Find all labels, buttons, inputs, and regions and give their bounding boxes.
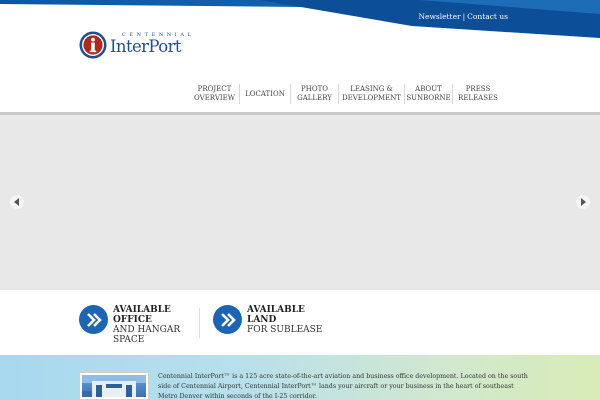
nav-item-project-overview[interactable]: PROJECT OVERVIEW [190, 84, 240, 104]
land-line3: FOR SUBLEASE [247, 325, 323, 335]
double-chevron-right-icon [79, 305, 108, 334]
interport-logo-mark-icon [79, 31, 107, 59]
building-photo [82, 375, 146, 397]
nav-item-leasing-development[interactable]: LEASING & DEVELOPMENT [339, 84, 405, 104]
available-office-label: AVAILABLE OFFICE AND HANGAR SPACE [113, 305, 180, 345]
site-logo[interactable]: CENTENNIAL InterPort [79, 30, 198, 60]
nav-item-about-sunborne[interactable]: ABOUT SUNBORNE [405, 84, 453, 104]
feature-divider [199, 308, 200, 338]
available-land-button[interactable]: AVAILABLE LAND FOR SUBLEASE [213, 305, 322, 335]
available-office-button[interactable]: AVAILABLE OFFICE AND HANGAR SPACE [79, 305, 180, 345]
logo-big-text: InterPort [110, 37, 182, 56]
available-land-label: AVAILABLE LAND FOR SUBLEASE [247, 305, 322, 335]
slider-next-button[interactable] [576, 195, 590, 209]
hero-slider [0, 115, 600, 290]
land-line2: LAND [247, 315, 277, 325]
double-chevron-right-icon [213, 305, 242, 334]
chevron-right-icon [581, 198, 586, 206]
nav-item-photo-gallery[interactable]: PHOTO GALLERY [291, 84, 339, 104]
newsletter-link[interactable]: Newsletter [418, 12, 460, 21]
utility-separator: | [462, 12, 466, 21]
main-nav: PROJECT OVERVIEW LOCATION PHOTO GALLERY … [190, 84, 503, 104]
contact-link[interactable]: Contact us [467, 12, 508, 21]
intro-thumbnail[interactable] [79, 372, 149, 400]
land-line1: AVAILABLE [247, 305, 305, 315]
office-line3: AND HANGAR [113, 325, 181, 335]
office-line2: OFFICE [113, 315, 152, 325]
slider-prev-button[interactable] [10, 195, 24, 209]
nav-item-press-releases[interactable]: PRESS RELEASES [453, 84, 503, 104]
intro-text: Centennial InterPort™ is a 125 acre stat… [158, 373, 528, 400]
logo-wordmark: CENTENNIAL InterPort [110, 31, 198, 59]
utility-links: Newsletter | Contact us [418, 12, 508, 21]
chevron-left-icon [14, 198, 19, 206]
office-line4: SPACE [113, 335, 145, 345]
nav-item-location[interactable]: LOCATION [240, 84, 291, 104]
office-line1: AVAILABLE [113, 305, 171, 315]
